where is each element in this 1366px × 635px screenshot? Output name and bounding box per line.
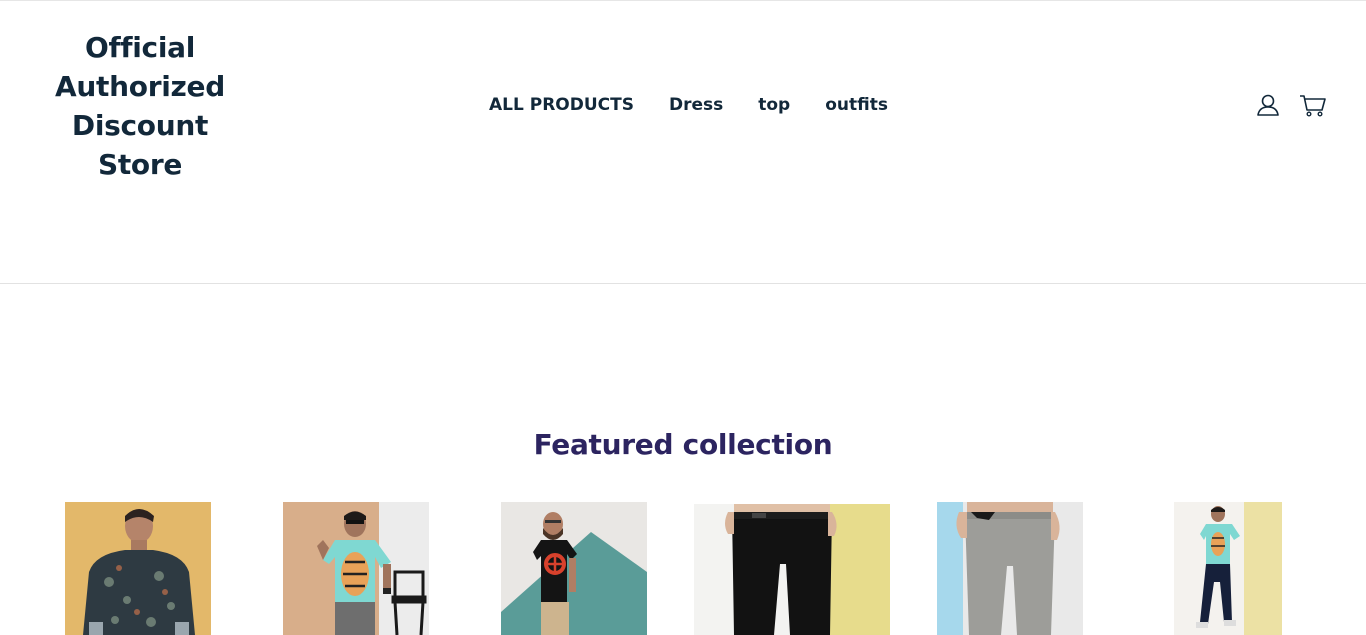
page: Official Authorized Discount Store ALL P… xyxy=(0,0,1366,635)
header-icons xyxy=(1256,92,1326,118)
main-nav: ALL PRODUCTS Dress top outfits xyxy=(489,93,888,117)
site-header: Official Authorized Discount Store ALL P… xyxy=(0,0,1366,284)
product-card[interactable] xyxy=(65,502,211,635)
grey-trousers-image xyxy=(937,502,1083,635)
logo-line: Store xyxy=(97,148,183,181)
nav-outfits[interactable]: outfits xyxy=(825,95,888,115)
nav-all-products[interactable]: ALL PRODUCTS xyxy=(489,95,634,115)
nav-top[interactable]: top xyxy=(758,95,790,115)
logo-line: Authorized xyxy=(55,70,225,103)
cart-icon[interactable] xyxy=(1299,92,1326,118)
tiger-tee-full-length-image xyxy=(1174,502,1282,635)
product-card[interactable] xyxy=(937,502,1083,635)
product-card[interactable] xyxy=(501,502,647,635)
product-card[interactable] xyxy=(283,502,429,635)
store-logo[interactable]: Official Authorized Discount Store xyxy=(40,28,240,184)
product-card[interactable] xyxy=(1174,502,1282,635)
tiger-tee-model-image xyxy=(283,502,429,635)
product-card[interactable] xyxy=(694,504,890,635)
logo-line: Official xyxy=(84,31,196,64)
user-icon[interactable] xyxy=(1256,92,1282,118)
floral-shirt-image xyxy=(65,502,211,635)
featured-collection-title: Featured collection xyxy=(533,428,833,461)
black-trousers-image xyxy=(694,504,890,635)
nav-dress[interactable]: Dress xyxy=(669,95,723,115)
black-tee-model-image xyxy=(501,502,647,635)
logo-line: Discount xyxy=(71,109,209,142)
